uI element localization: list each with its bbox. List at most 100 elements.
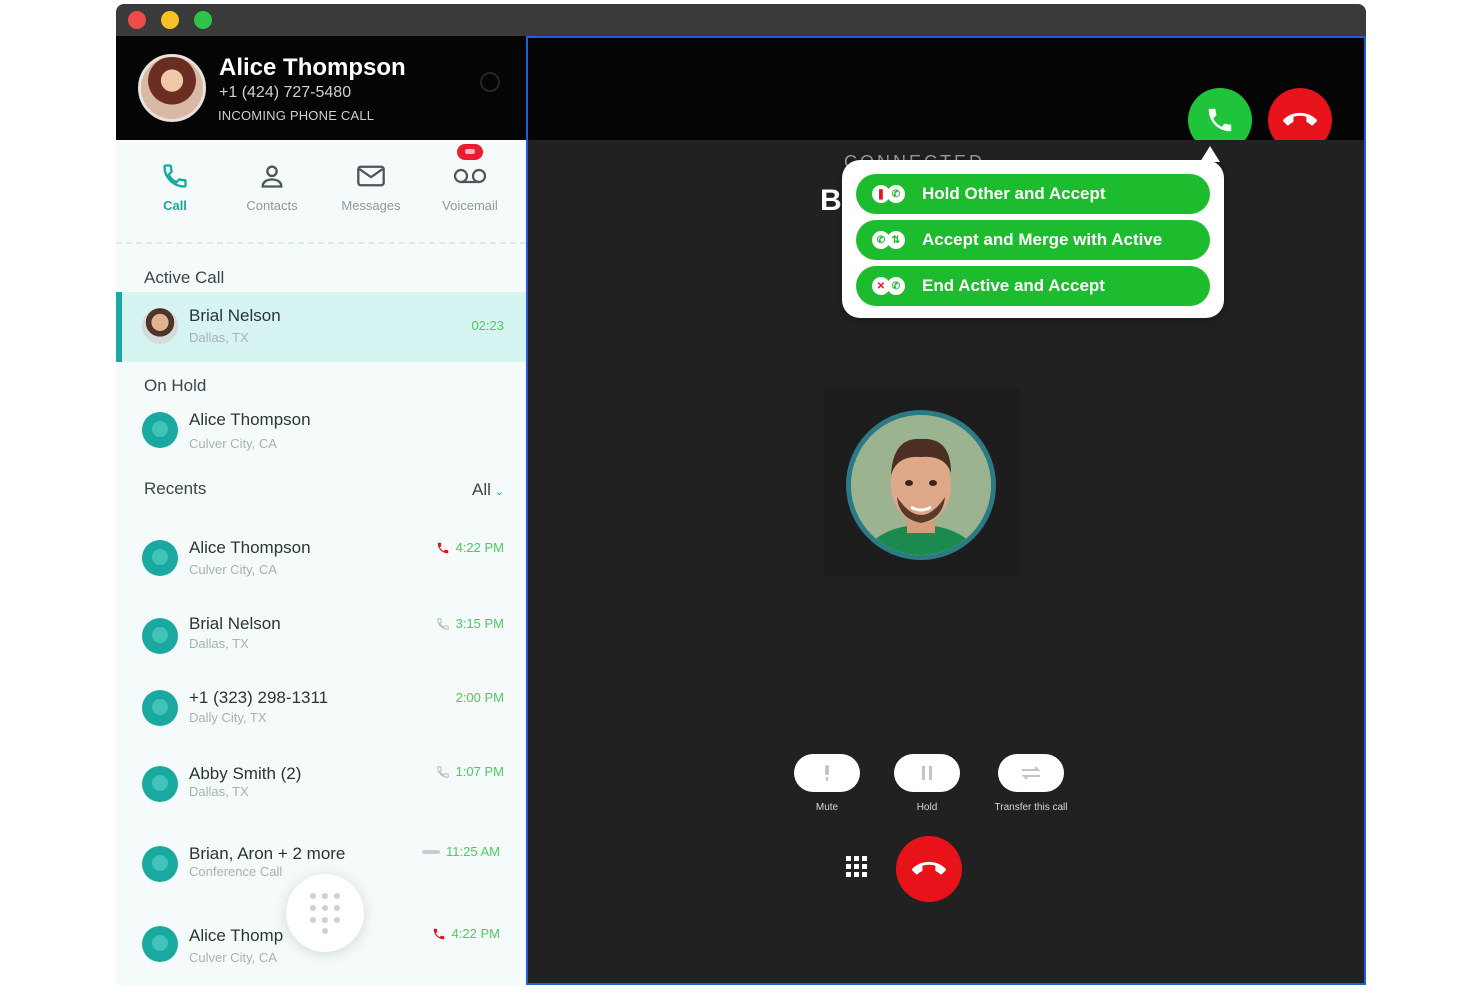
hang-up-icon [912,861,946,875]
active-call-name: Brial Nelson [189,306,281,325]
on-hold-name: Alice Thompson [189,410,311,429]
list-item[interactable]: Abby Smith (2) Dallas, TX 1:07 PM [116,754,526,816]
avatar [142,412,178,448]
recent-sub: Conference Call [189,864,283,879]
voicemail-badge [457,144,483,160]
recent-time: 4:22 PM [455,540,504,555]
end-call-button[interactable] [896,836,962,902]
outgoing-call-icon [436,617,449,630]
recent-time: 1:07 PM [455,764,504,779]
nav-voicemail[interactable]: Voicemail [420,160,520,213]
recents-filter-value: All [472,480,491,499]
hold-label: Hold [916,802,938,813]
voicemail-icon [453,168,487,184]
option-label: Hold Other and Accept [922,184,1106,203]
incoming-call-banner: Alice Thompson +1 (424) 727-5480 INCOMIN… [116,36,1366,152]
recent-name: Abby Smith (2) [189,764,302,783]
list-item[interactable]: Brial Nelson Dallas, TX 3:15 PM [116,606,526,668]
transfer-call-button[interactable] [998,754,1064,792]
hold-button[interactable] [894,754,960,792]
hold-accept-icon: ❚ ✆ [872,184,906,204]
recent-sub: Dallas, TX [189,636,249,651]
keypad-button[interactable] [842,852,872,882]
person-icon [261,165,283,188]
caller-avatar [138,54,206,122]
transfer-icon [1021,766,1041,780]
recent-sub: Dallas, TX [189,784,249,799]
on-hold-location: Culver City, CA [189,436,277,451]
call-options-popup: ❚ ✆ Hold Other and Accept ✆ ⇅ Accept and M… [842,146,1224,318]
contact-photo [846,410,996,560]
main-nav: Call Contacts Messages Voicemail [116,140,526,244]
recent-time: 2:00 PM [455,690,504,705]
avatar [142,540,178,576]
active-call-location: Dallas, TX [189,330,249,345]
recent-sub: Culver City, CA [189,562,277,577]
end-accept-icon: ✕ ✆ [872,276,906,296]
nav-voicemail-label: Voicemail [442,198,498,213]
nav-call-label: Call [163,198,187,213]
end-active-and-accept-button[interactable]: ✕ ✆ End Active and Accept [856,266,1210,306]
missed-call-icon [433,928,444,939]
active-call-heading: Active Call [144,268,225,287]
keypad-icon [846,856,867,877]
pause-icon [922,766,932,780]
merge-icon: ✆ ⇅ [872,230,906,250]
microphone-icon [825,765,829,781]
missed-call-icon [437,542,448,553]
conference-icon [422,849,441,854]
maximize-window-button[interactable] [194,11,212,29]
app-window: Alice Thompson +1 (424) 727-5480 INCOMIN… [116,4,1366,985]
avatar [142,846,178,882]
dialpad-icon [310,893,340,934]
list-item[interactable]: +1 (323) 298-1311 Dally City, TX 2:00 PM [116,678,526,740]
phone-icon [163,164,187,188]
left-panel: Call Contacts Messages Voicemail Active … [116,140,526,985]
incoming-status: INCOMING PHONE CALL [218,108,375,123]
option-label: End Active and Accept [922,276,1105,295]
hang-up-icon [1283,112,1317,126]
hold-other-and-accept-button[interactable]: ❚ ✆ Hold Other and Accept [856,174,1210,214]
transfer-label: Transfer this call [994,802,1068,813]
recents-heading: Recents [144,479,207,498]
nav-contacts-label: Contacts [246,198,298,213]
recent-time: 11:25 AM [446,844,500,859]
recent-time: 3:15 PM [455,616,504,631]
avatar [142,618,178,654]
phone-icon [1208,108,1232,132]
chevron-down-icon: ⌄ [494,486,505,498]
avatar [142,926,178,962]
info-icon [480,72,500,92]
nav-call[interactable]: Call [125,160,225,213]
recent-name: Brial Nelson [189,614,281,633]
call-panel: CONNECTED B ❚✆ Hold Other and Accept ✆⇅ … [526,140,1366,985]
nav-messages-label: Messages [341,198,401,213]
on-hold-row[interactable]: Alice Thompson Culver City, CA [116,402,526,464]
active-call-row[interactable]: Brial Nelson Dallas, TX 02:23 [116,292,526,362]
minimize-window-button[interactable] [161,11,179,29]
recents-filter-dropdown[interactable]: All ⌄ [472,480,504,500]
recent-sub: Dally City, TX [189,710,267,725]
close-window-button[interactable] [128,11,146,29]
avatar [142,690,178,726]
mute-label: Mute [815,802,839,813]
avatar [142,766,178,802]
nav-contacts[interactable]: Contacts [222,160,322,213]
dialpad-button[interactable] [286,874,364,952]
recent-name: Alice Thomp [189,926,284,945]
recent-name: Brian, Aron + 2 more [189,844,346,863]
recent-name: +1 (323) 298-1311 [189,688,329,707]
caller-number: +1 (424) 727-5480 [219,84,352,101]
active-call-avatar [142,308,178,344]
caller-name: Alice Thompson [219,54,406,81]
title-bar [116,4,1366,36]
outgoing-call-icon [436,765,449,778]
contact-initial: B [820,184,842,217]
recent-time: 4:22 PM [451,926,500,941]
nav-messages[interactable]: Messages [321,160,421,213]
recent-name: Alice Thompson [189,538,311,557]
active-call-duration: 02:23 [471,318,504,333]
mute-button[interactable] [794,754,860,792]
list-item[interactable]: Alice Thompson Culver City, CA 4:22 PM [116,528,526,590]
accept-and-merge-button[interactable]: ✆ ⇅ Accept and Merge with Active [856,220,1210,260]
